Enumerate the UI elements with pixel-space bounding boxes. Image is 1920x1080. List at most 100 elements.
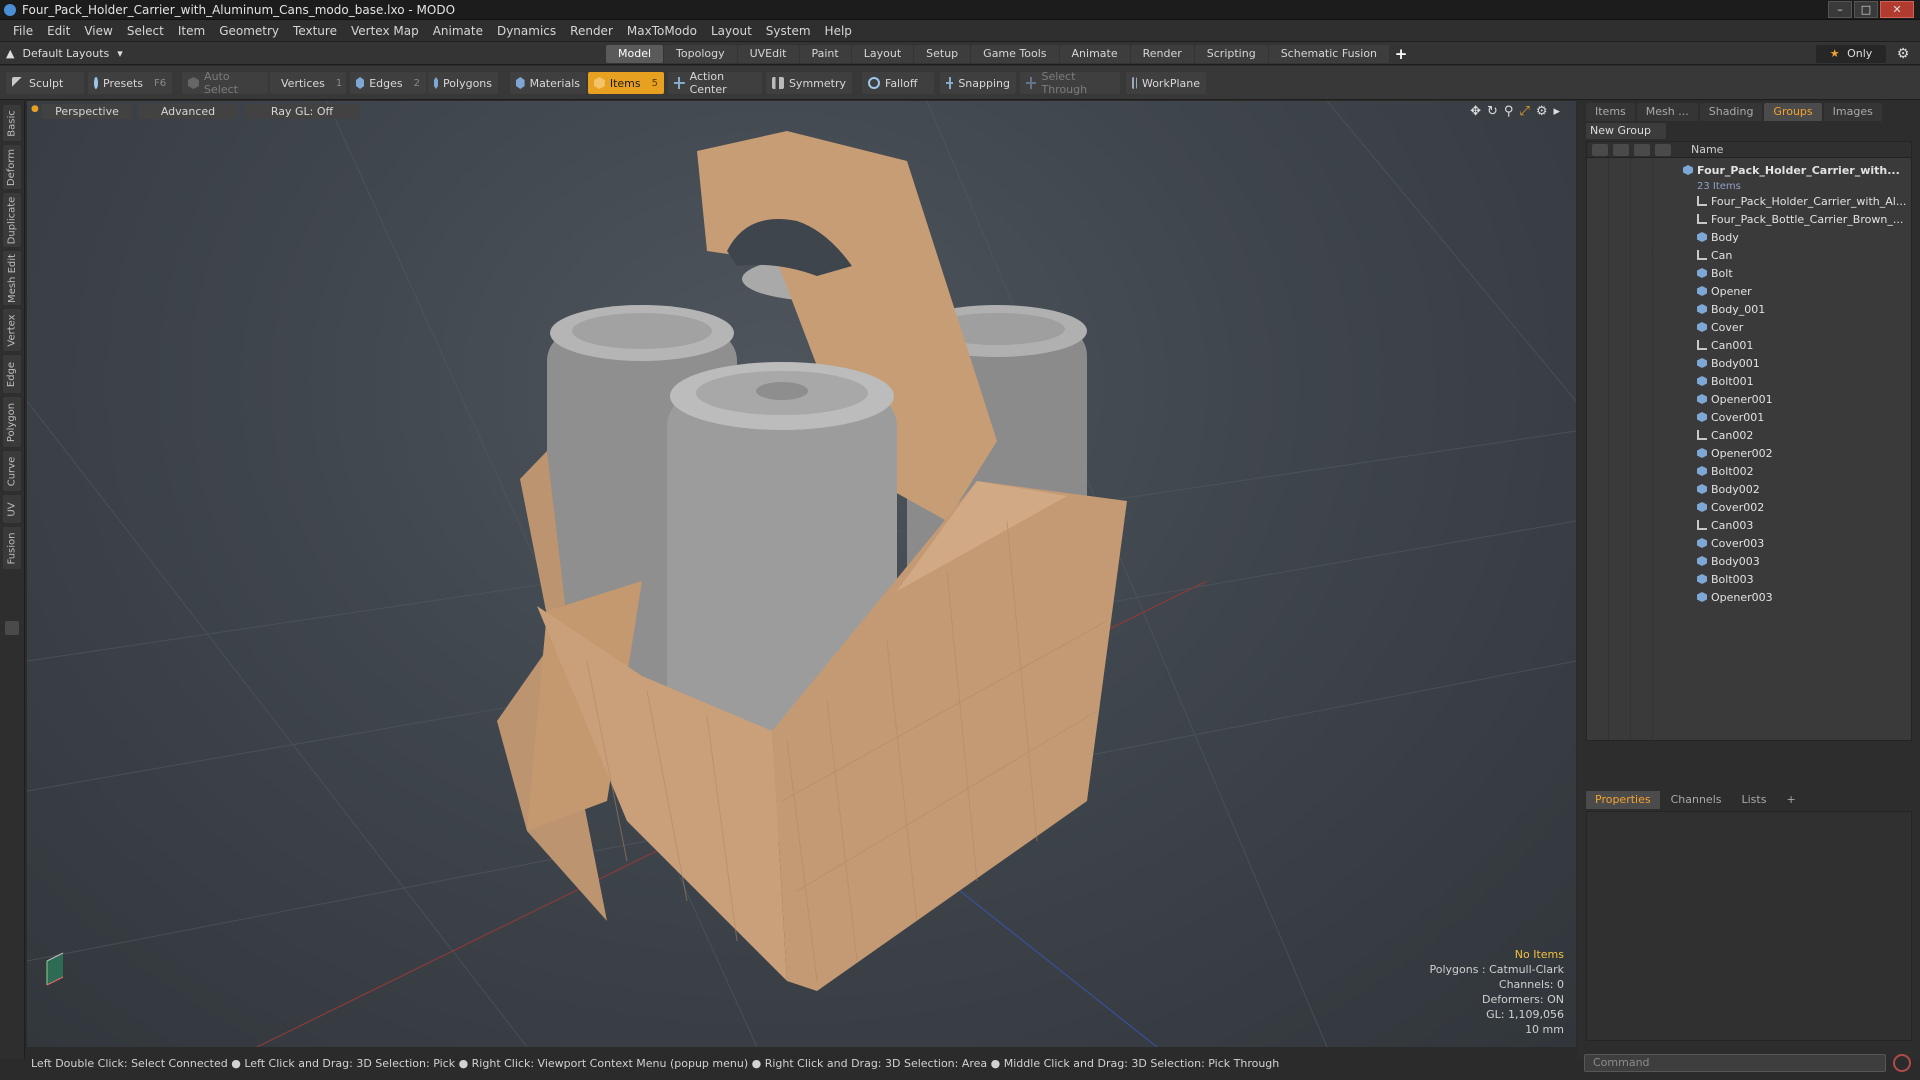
tab-lists[interactable]: Lists xyxy=(1733,791,1776,809)
menu-edit[interactable]: Edit xyxy=(40,24,77,38)
render-column-icon[interactable] xyxy=(1613,143,1629,156)
tab-deform[interactable]: Deform xyxy=(3,145,21,189)
group-item-row[interactable]: Opener002 xyxy=(1683,444,1911,462)
panel-toggle-button[interactable] xyxy=(5,621,19,635)
sculpt-button[interactable]: Sculpt xyxy=(6,72,84,94)
polygons-button[interactable]: Polygons xyxy=(428,72,498,94)
tab-shading[interactable]: Shading xyxy=(1699,103,1763,121)
group-item-row[interactable]: Body003 xyxy=(1683,552,1911,570)
group-item-row[interactable]: Body xyxy=(1683,228,1911,246)
group-item-row[interactable]: Bolt002 xyxy=(1683,462,1911,480)
workplane-button[interactable]: WorkPlane xyxy=(1126,72,1206,94)
tab-setup[interactable]: Setup xyxy=(914,45,971,63)
tab-mesh-edit[interactable]: Mesh Edit xyxy=(3,251,21,305)
menu-item[interactable]: Item xyxy=(171,24,212,38)
select-column-icon[interactable] xyxy=(1655,143,1671,156)
command-input[interactable]: Command xyxy=(1584,1054,1886,1072)
auto-select-button[interactable]: Auto Select xyxy=(182,70,268,96)
zoom-icon[interactable]: ⚲ xyxy=(1504,104,1514,119)
tab-curve[interactable]: Curve xyxy=(3,451,21,491)
presets-button[interactable]: Presets F6 xyxy=(88,72,172,94)
group-root-row[interactable]: Four_Pack_Holder_Carrier_with... xyxy=(1683,160,1911,180)
close-button[interactable]: ✕ xyxy=(1880,1,1914,18)
minimize-button[interactable]: – xyxy=(1828,1,1852,18)
group-item-row[interactable]: Bolt003 xyxy=(1683,570,1911,588)
tab-items[interactable]: Items xyxy=(1586,103,1635,121)
add-props-tab-icon[interactable]: + xyxy=(1777,791,1804,809)
edges-button[interactable]: Edges 2 xyxy=(350,72,426,94)
raygl-button[interactable]: Ray GL: Off xyxy=(244,104,360,119)
command-history-icon[interactable] xyxy=(1893,1054,1911,1072)
menu-dynamics[interactable]: Dynamics xyxy=(490,24,563,38)
select-through-button[interactable]: Select Through xyxy=(1020,70,1120,96)
group-item-row[interactable]: Cover xyxy=(1683,318,1911,336)
menu-geometry[interactable]: Geometry xyxy=(212,24,286,38)
3d-viewport[interactable]: ● Perspective Advanced Ray GL: Off ✥ ↻ ⚲… xyxy=(27,101,1576,1047)
new-group-button[interactable]: New Group xyxy=(1586,123,1666,139)
vertices-button[interactable]: Vertices 1 xyxy=(270,72,346,94)
tab-layout[interactable]: Layout xyxy=(851,45,914,63)
items-button[interactable]: Items 5 xyxy=(588,72,664,94)
tab-vertex[interactable]: Vertex xyxy=(3,309,21,351)
tab-topology[interactable]: Topology xyxy=(664,45,737,63)
tab-polygon[interactable]: Polygon xyxy=(3,397,21,447)
menu-maxtomodo[interactable]: MaxToModo xyxy=(620,24,704,38)
visibility-column-icon[interactable] xyxy=(1592,143,1608,156)
group-item-row[interactable]: Cover002 xyxy=(1683,498,1911,516)
gear-icon[interactable]: ⚙ xyxy=(1893,45,1913,63)
viewport-gear-icon[interactable]: ⚙ xyxy=(1536,104,1548,119)
falloff-button[interactable]: Falloff xyxy=(862,72,934,94)
expand-arrow-icon[interactable]: ▸ xyxy=(1553,104,1560,119)
tab-duplicate[interactable]: Duplicate xyxy=(3,193,21,247)
tab-edge[interactable]: Edge xyxy=(3,355,21,393)
maximize-button[interactable]: □ xyxy=(1854,1,1878,18)
menu-layout[interactable]: Layout xyxy=(704,24,759,38)
group-item-row[interactable]: Body001 xyxy=(1683,354,1911,372)
menu-vertex-map[interactable]: Vertex Map xyxy=(344,24,426,38)
materials-button[interactable]: Materials xyxy=(510,72,586,94)
viewport-menu-icon[interactable]: ● xyxy=(31,104,39,114)
group-item-row[interactable]: Body_001 xyxy=(1683,300,1911,318)
tab-model[interactable]: Model xyxy=(606,45,664,63)
lock-column-icon[interactable] xyxy=(1634,143,1650,156)
tab-paint[interactable]: Paint xyxy=(799,45,851,63)
tab-render[interactable]: Render xyxy=(1130,45,1194,63)
tab-uv[interactable]: UV xyxy=(3,495,21,523)
group-item-row[interactable]: Can002 xyxy=(1683,426,1911,444)
menu-system[interactable]: System xyxy=(759,24,818,38)
group-item-row[interactable]: Four_Pack_Bottle_Carrier_Brown_... xyxy=(1683,210,1911,228)
tab-fusion[interactable]: Fusion xyxy=(3,527,21,569)
tab-uvedit[interactable]: UVEdit xyxy=(737,45,799,63)
tab-game-tools[interactable]: Game Tools xyxy=(971,45,1059,63)
action-center-button[interactable]: Action Center xyxy=(668,70,762,96)
snapping-button[interactable]: Snapping xyxy=(940,72,1016,94)
group-item-row[interactable]: Cover001 xyxy=(1683,408,1911,426)
group-item-row[interactable]: Cover003 xyxy=(1683,534,1911,552)
group-item-row[interactable]: Opener003 xyxy=(1683,588,1911,606)
pan-icon[interactable]: ✥ xyxy=(1470,104,1481,119)
view-type-button[interactable]: Perspective xyxy=(42,104,132,119)
menu-file[interactable]: File xyxy=(6,24,40,38)
symmetry-button[interactable]: Symmetry xyxy=(766,72,852,94)
group-item-row[interactable]: Bolt001 xyxy=(1683,372,1911,390)
tab-images[interactable]: Images xyxy=(1823,103,1882,121)
only-toggle[interactable]: ★ Only xyxy=(1816,45,1886,63)
menu-render[interactable]: Render xyxy=(563,24,620,38)
shading-mode-button[interactable]: Advanced xyxy=(138,104,238,119)
menu-texture[interactable]: Texture xyxy=(286,24,344,38)
group-item-row[interactable]: Four_Pack_Holder_Carrier_with_Al... xyxy=(1683,192,1911,210)
group-item-row[interactable]: Opener001 xyxy=(1683,390,1911,408)
tab-mesh[interactable]: Mesh ... xyxy=(1636,103,1698,121)
fit-icon[interactable]: ⤢ xyxy=(1519,104,1529,119)
group-item-row[interactable]: Body002 xyxy=(1683,480,1911,498)
rotate-icon[interactable]: ↻ xyxy=(1487,104,1498,119)
tab-scripting[interactable]: Scripting xyxy=(1194,45,1268,63)
menu-view[interactable]: View xyxy=(77,24,119,38)
menu-help[interactable]: Help xyxy=(818,24,859,38)
tab-properties[interactable]: Properties xyxy=(1586,791,1660,809)
tab-basic[interactable]: Basic xyxy=(3,105,21,141)
tab-schematic-fusion[interactable]: Schematic Fusion xyxy=(1268,45,1390,63)
name-column-header[interactable]: Name xyxy=(1691,143,1723,156)
layout-selector[interactable]: ▲ Default Layouts ▾ xyxy=(6,45,123,62)
group-item-row[interactable]: Can001 xyxy=(1683,336,1911,354)
